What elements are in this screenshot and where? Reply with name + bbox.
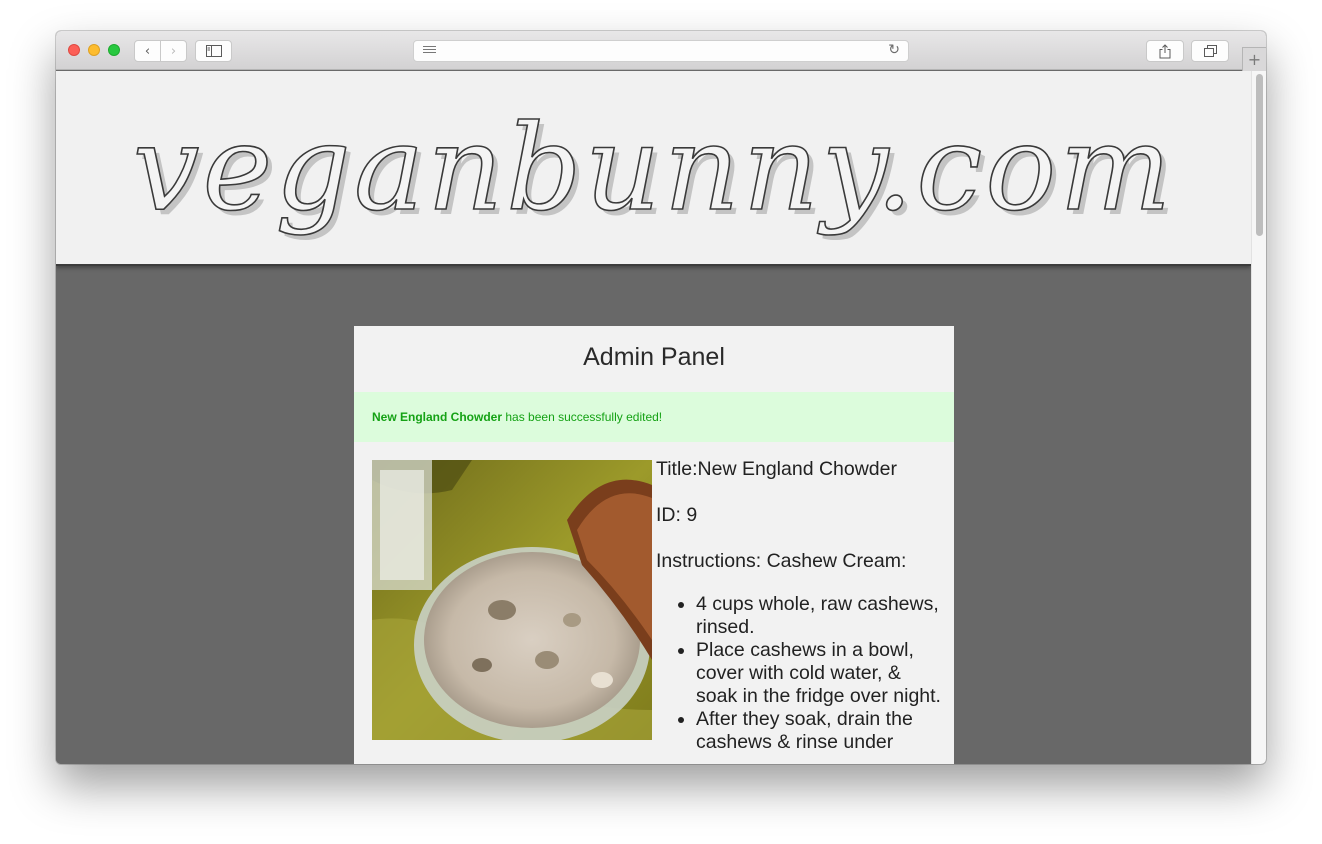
forward-button[interactable]: › — [160, 40, 187, 62]
recipe-details: Title:New England Chowder ID: 9 Instruct… — [656, 458, 941, 754]
minimize-window-button[interactable] — [88, 44, 100, 56]
back-button[interactable]: ‹ — [134, 40, 161, 62]
plus-icon: + — [1247, 50, 1262, 69]
reload-icon[interactable]: ↻ — [888, 42, 900, 58]
id-label: ID: — [656, 504, 681, 526]
alert-message: has been successfully edited! — [505, 410, 663, 424]
share-button[interactable] — [1146, 40, 1184, 62]
page-title: Admin Panel — [583, 343, 725, 371]
browser-toolbar: ‹ › ↻ + — [56, 31, 1266, 71]
recipe-image — [372, 460, 652, 740]
recipe-id-line: ID: 9 — [656, 504, 941, 527]
title-value: New England Chowder — [697, 458, 897, 480]
sidebar-toggle-button[interactable] — [195, 40, 232, 62]
sidebar-icon — [205, 45, 222, 57]
show-tabs-button[interactable] — [1191, 40, 1229, 62]
recipe-title-line: Title:New England Chowder — [656, 458, 941, 481]
instructions-heading: Cashew Cream: — [766, 550, 907, 572]
site-logo[interactable]: veganbunny.com — [56, 71, 1251, 266]
site-header: veganbunny.com — [56, 71, 1251, 266]
share-icon — [1159, 43, 1171, 58]
chowder-photo — [372, 460, 652, 740]
new-tab-button[interactable]: + — [1242, 47, 1266, 71]
chevron-right-icon: › — [170, 43, 177, 59]
alert-item-name: New England Chowder — [372, 410, 503, 424]
id-value: 9 — [686, 504, 698, 526]
list-item: 4 cups whole, raw cashews, rinsed. — [696, 593, 941, 639]
title-label: Title: — [656, 458, 698, 480]
zoom-window-button[interactable] — [108, 44, 120, 56]
list-item: Place cashews in a bowl, cover with cold… — [696, 639, 941, 708]
list-item: After they soak, drain the cashews & rin… — [696, 708, 941, 754]
chevron-left-icon: ‹ — [144, 43, 151, 59]
close-window-button[interactable] — [68, 44, 80, 56]
scrollbar-thumb[interactable] — [1256, 74, 1263, 236]
success-alert: New England Chowder has been successfull… — [354, 392, 954, 442]
tabs-overview-icon — [1203, 45, 1217, 57]
reader-view-icon[interactable] — [423, 46, 436, 56]
instructions-list: 4 cups whole, raw cashews, rinsed. Place… — [656, 593, 941, 754]
address-bar[interactable]: ↻ — [413, 40, 909, 62]
browser-window: ‹ › ↻ + veganbunny.com Admin Panel New E… — [56, 31, 1266, 764]
vertical-scrollbar[interactable] — [1251, 71, 1266, 764]
recipe-instructions-line: Instructions: Cashew Cream: — [656, 550, 941, 573]
page-viewport: veganbunny.com Admin Panel New England C… — [56, 71, 1251, 764]
instructions-label: Instructions: — [656, 550, 762, 572]
admin-panel: Admin Panel New England Chowder has been… — [354, 326, 954, 764]
